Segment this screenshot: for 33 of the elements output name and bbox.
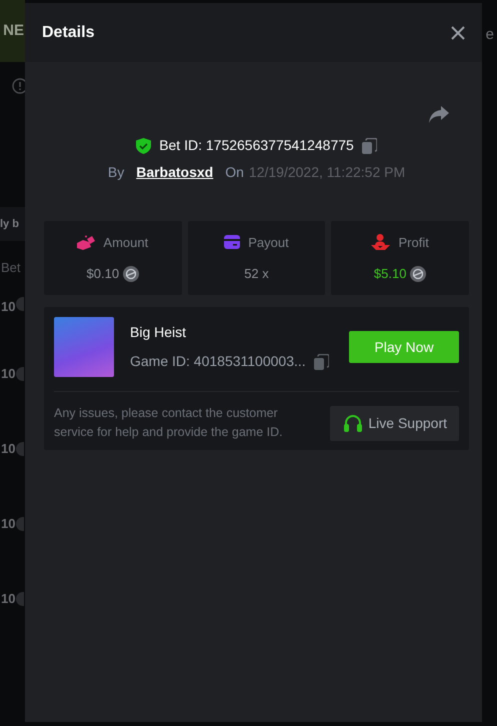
game-name: Big Heist (130, 323, 188, 342)
bet-amount: 10 (1, 515, 16, 534)
stat-value: $0.10 (86, 265, 120, 283)
bet-amount: 10 (1, 365, 16, 384)
stat-label: Payout (248, 234, 289, 252)
column-header: Bet (1, 259, 21, 277)
section-title: ly b (0, 216, 19, 232)
live-support-button[interactable]: Live Support (330, 406, 459, 440)
game-id: Game ID: 4018531100003... (130, 352, 306, 371)
panel-title: Details (42, 22, 94, 42)
game-thumbnail-placeholder (54, 317, 114, 377)
share-icon[interactable] (429, 106, 449, 123)
bet-amount: 10 (1, 298, 16, 316)
copy-icon[interactable] (362, 138, 377, 154)
by-label: By (108, 163, 124, 182)
logo-text: NE (3, 20, 24, 41)
bet-amount: 10 (1, 440, 16, 458)
bet-amount: 10 (1, 590, 16, 608)
stat-value: $5.10 (374, 265, 406, 283)
background-text: e (486, 25, 494, 45)
stat-label: Profit (398, 234, 429, 252)
copy-icon[interactable] (314, 354, 329, 370)
close-button[interactable] (450, 24, 466, 40)
alert-icon (12, 78, 25, 94)
bet-id: Bet ID: 1752656377541248775 (159, 136, 354, 155)
stat-label: Amount (103, 234, 148, 252)
on-label: On (225, 163, 244, 182)
support-note: Any issues, please contact the customer service for help and provide the game ID. (54, 405, 284, 441)
bet-date: 12/19/2022, 11:22:52 PM (248, 163, 406, 182)
stat-value: 52 x (244, 265, 269, 283)
username-link[interactable]: Barbatosxd (136, 162, 214, 183)
close-icon (450, 24, 466, 40)
headset-icon (344, 414, 362, 432)
